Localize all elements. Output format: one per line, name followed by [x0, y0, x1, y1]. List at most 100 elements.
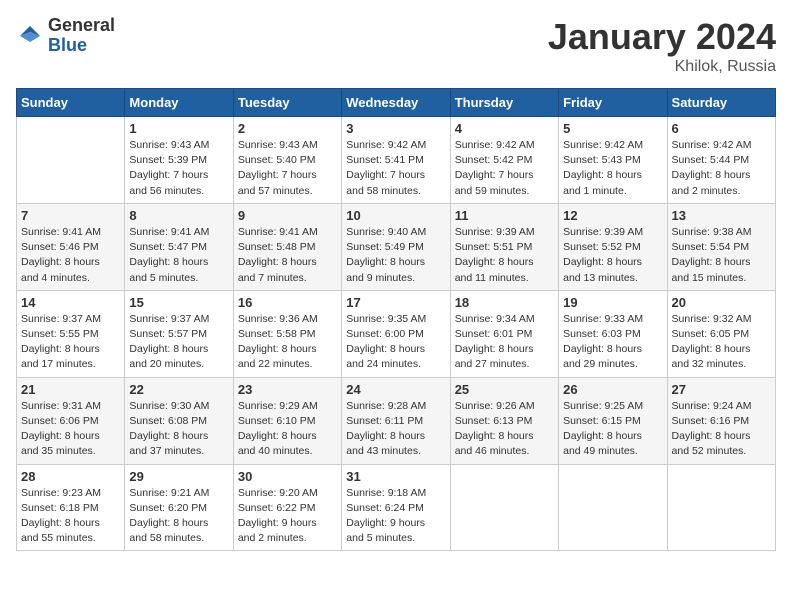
weekday-header: Thursday	[450, 89, 558, 117]
calendar-day-cell: 16 Sunrise: 9:36 AMSunset: 5:58 PMDayligh…	[233, 290, 341, 377]
calendar-day-cell: 19 Sunrise: 9:33 AMSunset: 6:03 PMDayligh…	[559, 290, 667, 377]
calendar-day-cell: 20 Sunrise: 9:32 AMSunset: 6:05 PMDayligh…	[667, 290, 775, 377]
calendar-day-cell: 29Sunrise: 9:21 AMSunset: 6:20 PMDayligh…	[125, 464, 233, 551]
calendar-day-cell: 21Sunrise: 9:31 AMSunset: 6:06 PMDayligh…	[17, 377, 125, 464]
day-number: 5	[563, 121, 662, 136]
weekday-header: Saturday	[667, 89, 775, 117]
day-info: Sunrise: 9:29 AMSunset: 6:10 PMDaylight:…	[238, 399, 337, 460]
day-number: 31	[346, 469, 445, 484]
weekday-header: Sunday	[17, 89, 125, 117]
day-info: Sunrise: 9:26 AMSunset: 6:13 PMDaylight:…	[455, 399, 554, 460]
calendar-day-cell: 11Sunrise: 9:39 AMSunset: 5:51 PMDayligh…	[450, 203, 558, 290]
weekday-header: Monday	[125, 89, 233, 117]
day-info: Sunrise: 9:37 AMSunset: 5:57 PMDaylight:…	[129, 312, 228, 373]
logo: General Blue	[16, 16, 115, 56]
day-info: Sunrise: 9:38 AMSunset: 5:54 PMDaylight:…	[672, 225, 771, 286]
day-number: 28	[21, 469, 120, 484]
day-number: 15	[129, 295, 228, 310]
day-number: 10	[346, 208, 445, 223]
day-info: Sunrise: 9:18 AMSunset: 6:24 PMDaylight:…	[346, 486, 445, 547]
day-info: Sunrise: 9:23 AMSunset: 6:18 PMDaylight:…	[21, 486, 120, 547]
day-info: Sunrise: 9:33 AMSunset: 6:03 PMDaylight:…	[563, 312, 662, 373]
day-number: 8	[129, 208, 228, 223]
day-info: Sunrise: 9:34 AMSunset: 6:01 PMDaylight:…	[455, 312, 554, 373]
calendar-day-cell: 22 Sunrise: 9:30 AMSunset: 6:08 PMDayligh…	[125, 377, 233, 464]
day-info: Sunrise: 9:42 AMSunset: 5:41 PMDaylight:…	[346, 138, 445, 199]
calendar-day-cell: 12 Sunrise: 9:39 AMSunset: 5:52 PMDayligh…	[559, 203, 667, 290]
calendar-day-cell: 10 Sunrise: 9:40 AMSunset: 5:49 PMDayligh…	[342, 203, 450, 290]
calendar-day-cell: 31 Sunrise: 9:18 AMSunset: 6:24 PMDayligh…	[342, 464, 450, 551]
day-number: 30	[238, 469, 337, 484]
day-info: Sunrise: 9:43 AMSunset: 5:40 PMDaylight:…	[238, 138, 337, 199]
calendar-day-cell: 24 Sunrise: 9:28 AMSunset: 6:11 PMDayligh…	[342, 377, 450, 464]
day-info: Sunrise: 9:37 AMSunset: 5:55 PMDaylight:…	[21, 312, 120, 373]
calendar-day-cell: 30 Sunrise: 9:20 AMSunset: 6:22 PMDayligh…	[233, 464, 341, 551]
calendar-week-row: 14Sunrise: 9:37 AMSunset: 5:55 PMDayligh…	[17, 290, 776, 377]
day-number: 23	[238, 382, 337, 397]
location: Khilok, Russia	[548, 58, 776, 76]
day-info: Sunrise: 9:39 AMSunset: 5:52 PMDaylight:…	[563, 225, 662, 286]
calendar-day-cell: 4Sunrise: 9:42 AMSunset: 5:42 PMDaylight…	[450, 117, 558, 204]
calendar-day-cell	[17, 117, 125, 204]
calendar-week-row: 7Sunrise: 9:41 AMSunset: 5:46 PMDaylight…	[17, 203, 776, 290]
day-info: Sunrise: 9:42 AMSunset: 5:44 PMDaylight:…	[672, 138, 771, 199]
day-info: Sunrise: 9:28 AMSunset: 6:11 PMDaylight:…	[346, 399, 445, 460]
day-number: 25	[455, 382, 554, 397]
day-number: 12	[563, 208, 662, 223]
day-number: 27	[672, 382, 771, 397]
calendar-week-row: 28 Sunrise: 9:23 AMSunset: 6:18 PMDayligh…	[17, 464, 776, 551]
day-number: 3	[346, 121, 445, 136]
day-info: Sunrise: 9:32 AMSunset: 6:05 PMDaylight:…	[672, 312, 771, 373]
day-number: 4	[455, 121, 554, 136]
day-number: 16	[238, 295, 337, 310]
day-info: Sunrise: 9:36 AMSunset: 5:58 PMDaylight:…	[238, 312, 337, 373]
day-number: 26	[563, 382, 662, 397]
day-number: 21	[21, 382, 120, 397]
calendar-day-cell	[450, 464, 558, 551]
calendar-day-cell: 26 Sunrise: 9:25 AMSunset: 6:15 PMDayligh…	[559, 377, 667, 464]
day-info: Sunrise: 9:35 AMSunset: 6:00 PMDaylight:…	[346, 312, 445, 373]
day-info: Sunrise: 9:43 AMSunset: 5:39 PMDaylight:…	[129, 138, 228, 199]
day-info: Sunrise: 9:21 AMSunset: 6:20 PMDaylight:…	[129, 486, 228, 547]
calendar-day-cell: 23 Sunrise: 9:29 AMSunset: 6:10 PMDayligh…	[233, 377, 341, 464]
title-area: January 2024 Khilok, Russia	[548, 16, 776, 76]
calendar-day-cell: 1 Sunrise: 9:43 AMSunset: 5:39 PMDaylight…	[125, 117, 233, 204]
weekday-header: Friday	[559, 89, 667, 117]
day-number: 22	[129, 382, 228, 397]
day-info: Sunrise: 9:20 AMSunset: 6:22 PMDaylight:…	[238, 486, 337, 547]
calendar-day-cell: 17 Sunrise: 9:35 AMSunset: 6:00 PMDayligh…	[342, 290, 450, 377]
logo-blue-text: Blue	[48, 36, 115, 56]
calendar-week-row: 1 Sunrise: 9:43 AMSunset: 5:39 PMDaylight…	[17, 117, 776, 204]
calendar-week-row: 21Sunrise: 9:31 AMSunset: 6:06 PMDayligh…	[17, 377, 776, 464]
calendar-day-cell: 5 Sunrise: 9:42 AMSunset: 5:43 PMDaylight…	[559, 117, 667, 204]
calendar-day-cell: 27Sunrise: 9:24 AMSunset: 6:16 PMDayligh…	[667, 377, 775, 464]
day-info: Sunrise: 9:41 AMSunset: 5:48 PMDaylight:…	[238, 225, 337, 286]
day-info: Sunrise: 9:42 AMSunset: 5:43 PMDaylight:…	[563, 138, 662, 199]
calendar-day-cell: 8 Sunrise: 9:41 AMSunset: 5:47 PMDaylight…	[125, 203, 233, 290]
day-number: 9	[238, 208, 337, 223]
day-number: 13	[672, 208, 771, 223]
day-number: 20	[672, 295, 771, 310]
day-number: 2	[238, 121, 337, 136]
day-number: 24	[346, 382, 445, 397]
day-info: Sunrise: 9:39 AMSunset: 5:51 PMDaylight:…	[455, 225, 554, 286]
calendar-day-cell: 3 Sunrise: 9:42 AMSunset: 5:41 PMDaylight…	[342, 117, 450, 204]
day-info: Sunrise: 9:40 AMSunset: 5:49 PMDaylight:…	[346, 225, 445, 286]
weekday-header-row: SundayMondayTuesdayWednesdayThursdayFrid…	[17, 89, 776, 117]
calendar-day-cell: 28 Sunrise: 9:23 AMSunset: 6:18 PMDayligh…	[17, 464, 125, 551]
calendar-day-cell: 6Sunrise: 9:42 AMSunset: 5:44 PMDaylight…	[667, 117, 775, 204]
logo-icon	[16, 22, 44, 50]
calendar-day-cell: 15 Sunrise: 9:37 AMSunset: 5:57 PMDayligh…	[125, 290, 233, 377]
calendar-day-cell: 7Sunrise: 9:41 AMSunset: 5:46 PMDaylight…	[17, 203, 125, 290]
day-number: 1	[129, 121, 228, 136]
calendar-day-cell: 2 Sunrise: 9:43 AMSunset: 5:40 PMDaylight…	[233, 117, 341, 204]
calendar-day-cell	[667, 464, 775, 551]
day-number: 19	[563, 295, 662, 310]
day-info: Sunrise: 9:25 AMSunset: 6:15 PMDaylight:…	[563, 399, 662, 460]
calendar-day-cell: 18 Sunrise: 9:34 AMSunset: 6:01 PMDayligh…	[450, 290, 558, 377]
day-number: 18	[455, 295, 554, 310]
day-info: Sunrise: 9:30 AMSunset: 6:08 PMDaylight:…	[129, 399, 228, 460]
day-info: Sunrise: 9:41 AMSunset: 5:47 PMDaylight:…	[129, 225, 228, 286]
calendar-day-cell: 9 Sunrise: 9:41 AMSunset: 5:48 PMDaylight…	[233, 203, 341, 290]
day-number: 17	[346, 295, 445, 310]
